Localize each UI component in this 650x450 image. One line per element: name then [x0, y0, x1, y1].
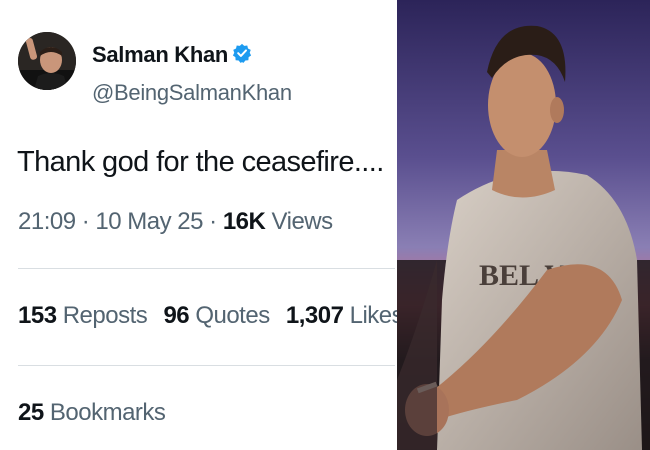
reposts-link[interactable]: 153 Reposts — [18, 302, 153, 329]
views-count: 16K — [222, 208, 266, 235]
likes-label: Likes — [349, 302, 404, 329]
display-name[interactable]: Salman Khan — [92, 42, 228, 68]
portrait-photo-image: BEL V — [397, 0, 650, 450]
quotes-link[interactable]: 96 Quotes — [163, 302, 275, 329]
bookmarks-count: 25 — [18, 399, 44, 426]
views-label: Views — [271, 208, 334, 235]
reposts-label: Reposts — [62, 302, 148, 329]
post-date[interactable]: 10 May 25 — [95, 208, 203, 235]
likes-link[interactable]: 1,307 Likes — [285, 302, 404, 329]
post-time[interactable]: 21:09 — [18, 208, 76, 235]
quotes-count: 96 — [163, 302, 190, 329]
engagement-stats: 153 Reposts 96 Quotes 1,307 Likes — [18, 302, 413, 330]
avatar[interactable] — [18, 32, 76, 90]
meta-separator: · — [209, 208, 217, 235]
portrait-photo: BEL V — [397, 0, 650, 450]
post-meta: 21:09 · 10 May 25 · 16K Views — [18, 208, 333, 236]
bookmarks-label: Bookmarks — [49, 399, 166, 426]
divider — [18, 268, 395, 269]
post-text: Thank god for the ceasefire.... — [17, 146, 384, 178]
quotes-label: Quotes — [195, 302, 270, 329]
user-handle[interactable]: @BeingSalmanKhan — [92, 80, 292, 106]
meta-separator: · — [81, 208, 90, 235]
verified-badge-icon — [232, 43, 252, 63]
bookmarks-link[interactable]: 25 Bookmarks — [18, 399, 166, 427]
tweet-card: Salman Khan @BeingSalmanKhan Thank god f… — [0, 0, 404, 450]
reposts-count: 153 — [18, 302, 57, 329]
divider — [18, 365, 395, 366]
profile-photo-icon — [18, 32, 76, 90]
likes-count: 1,307 — [285, 302, 344, 329]
